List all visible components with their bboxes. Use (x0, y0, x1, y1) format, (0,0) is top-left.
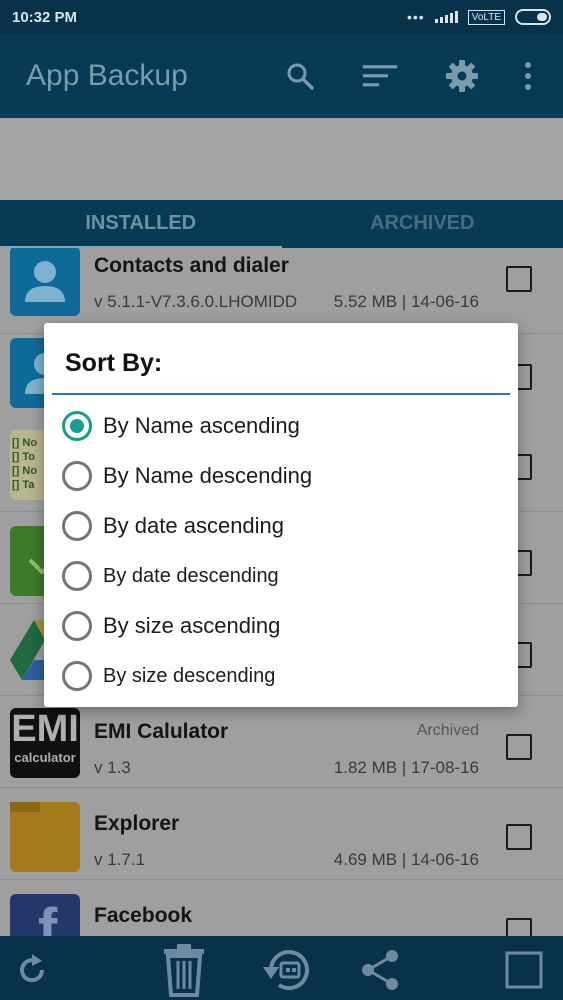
status-icons: ••• VoLTE (407, 9, 551, 25)
select-checkbox[interactable] (506, 824, 532, 850)
archived-tag: Archived (416, 722, 479, 739)
radio-icon[interactable] (62, 611, 92, 641)
status-time: 10:32 PM (12, 8, 78, 26)
radio-icon[interactable] (62, 661, 92, 691)
app-meta: 4.69 MB | 14-06-16 (333, 850, 479, 869)
dialog-divider (52, 393, 510, 395)
select-all-checkbox[interactable] (498, 944, 550, 996)
volte-badge: VoLTE (467, 9, 505, 25)
explorer-folder-icon (10, 802, 80, 872)
option-label: By size ascending (103, 613, 281, 638)
dialog-title: Sort By: (65, 349, 163, 377)
option-label: By size descending (103, 664, 276, 687)
radio-icon[interactable] (62, 461, 92, 491)
tab-installed[interactable]: INSTALLED (0, 200, 282, 250)
search-icon[interactable] (282, 58, 318, 94)
app-meta: 5.52 MB | 14-06-16 (333, 292, 479, 311)
sort-option-name-desc[interactable]: By Name descending (62, 454, 312, 498)
tab-bar: INSTALLED ARCHIVED (0, 200, 563, 250)
app-name: Facebook (94, 904, 193, 927)
select-checkbox[interactable] (506, 918, 532, 936)
option-label: By date ascending (103, 513, 285, 538)
option-label: By Name ascending (103, 413, 300, 438)
sort-option-date-desc[interactable]: By date descending (62, 554, 279, 598)
emi-icon-subtext: calculator (14, 750, 76, 765)
contacts-app-icon (10, 248, 80, 316)
radio-icon[interactable] (62, 511, 92, 541)
header-spacer (0, 118, 563, 200)
app-name: Explorer (94, 812, 180, 835)
app-version: v 1.3 (94, 758, 131, 777)
sort-option-name-asc[interactable]: By Name ascending (62, 404, 300, 448)
sort-icon[interactable] (362, 58, 398, 94)
app-version: v 5.1.1-V7.3.6.0.LHOMIDD (94, 292, 298, 311)
select-checkbox[interactable] (506, 734, 532, 760)
app-version: v 1.7.1 (94, 850, 146, 869)
emi-icon-text: EMI (11, 708, 79, 750)
tab-archived[interactable]: ARCHIVED (282, 200, 563, 248)
status-bar: 10:32 PM ••• VoLTE (0, 0, 563, 34)
app-name: Contacts and dialer (94, 254, 289, 277)
bottom-action-bar (0, 936, 563, 1000)
option-label: By date descending (103, 564, 279, 587)
radio-selected-icon[interactable] (62, 411, 92, 441)
restore-icon[interactable] (258, 944, 316, 996)
sort-option-size-desc[interactable]: By size descending (62, 654, 275, 698)
share-icon[interactable] (354, 944, 406, 996)
battery-icon (515, 9, 551, 25)
app-name: EMI Calulator (94, 720, 229, 743)
gear-icon[interactable] (444, 58, 480, 94)
app-bar: App Backup (0, 34, 563, 118)
list-item[interactable]: f Facebook (0, 880, 563, 936)
option-label: By Name descending (103, 463, 313, 488)
list-item[interactable]: Explorer v 1.7.1 4.69 MB | 14-06-16 (0, 788, 563, 880)
list-item[interactable]: Contacts and dialer v 5.1.1-V7.3.6.0.LHO… (0, 248, 563, 334)
notification-dots-icon: ••• (407, 9, 425, 25)
more-options-icon[interactable] (510, 58, 546, 94)
app-title: App Backup (26, 59, 188, 92)
emi-calculator-icon: EMI calculator (10, 708, 80, 778)
select-checkbox[interactable] (506, 266, 532, 292)
sort-dialog: Sort By: By Name ascending By Name desce… (44, 323, 518, 707)
sort-option-date-asc[interactable]: By date ascending (62, 504, 284, 548)
refresh-icon[interactable] (6, 944, 58, 996)
app-meta: 1.82 MB | 17-08-16 (333, 758, 479, 777)
list-item[interactable]: EMI calculator EMI Calulator Archived v … (0, 696, 563, 788)
radio-icon[interactable] (62, 561, 92, 591)
facebook-app-icon: f (10, 894, 80, 936)
sort-option-size-asc[interactable]: By size ascending (62, 604, 280, 648)
delete-icon[interactable] (156, 944, 212, 997)
facebook-icon-letter: f (38, 897, 58, 936)
signal-icon (434, 11, 458, 23)
